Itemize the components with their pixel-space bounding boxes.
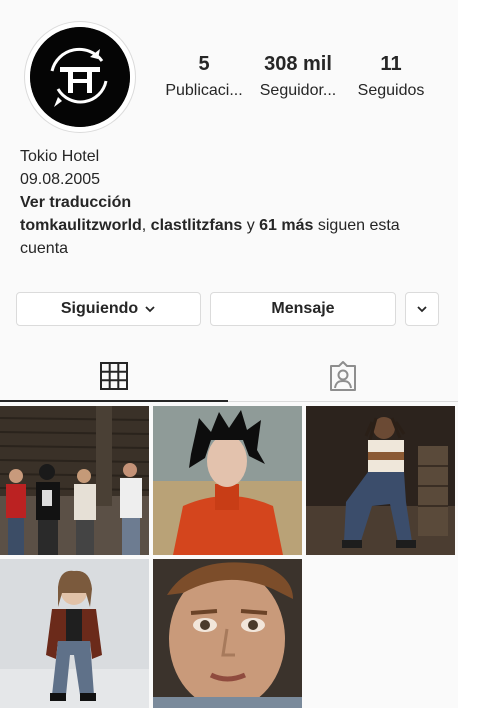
suggested-accounts-button[interactable] bbox=[405, 292, 439, 326]
grid-icon bbox=[100, 362, 128, 390]
more-followers-link[interactable]: 61 más bbox=[259, 217, 313, 234]
posts-grid bbox=[0, 406, 458, 708]
posts-count: 5 bbox=[198, 53, 210, 75]
following-button[interactable]: Siguiendo bbox=[16, 292, 201, 326]
profile-card: 5 Publicaci... 308 mil Seguidor... 11 Se… bbox=[0, 0, 458, 708]
tokio-hotel-logo-icon bbox=[30, 27, 130, 127]
stat-followers[interactable]: 308 mil Seguidor... bbox=[255, 52, 341, 102]
post-thumbnail[interactable] bbox=[153, 406, 302, 555]
post-thumbnail[interactable] bbox=[153, 559, 302, 708]
following-label: Siguiendo bbox=[60, 300, 139, 317]
following-label: Seguidos bbox=[357, 82, 425, 99]
post-thumbnail[interactable] bbox=[0, 406, 149, 555]
chevron-down-icon bbox=[417, 306, 427, 313]
profile-date: 09.08.2005 bbox=[20, 171, 101, 188]
following-count: 11 bbox=[380, 53, 402, 75]
followers-label: Seguidor... bbox=[259, 82, 337, 99]
chevron-down-icon bbox=[145, 306, 155, 313]
tagged-person-icon bbox=[330, 361, 356, 391]
stat-following[interactable]: 11 Seguidos bbox=[350, 52, 432, 102]
avatar[interactable] bbox=[25, 22, 135, 132]
stat-posts[interactable]: 5 Publicaci... bbox=[162, 52, 246, 102]
message-button[interactable]: Mensaje bbox=[210, 292, 396, 326]
tab-grid[interactable] bbox=[0, 350, 228, 402]
active-tab-indicator bbox=[0, 400, 228, 402]
profile-tabs bbox=[0, 350, 458, 402]
message-label: Mensaje bbox=[271, 300, 335, 317]
post-thumbnail[interactable] bbox=[306, 406, 455, 555]
conjunction: y bbox=[242, 217, 260, 234]
follower-link-1[interactable]: tomkaulitzworld bbox=[20, 217, 142, 234]
separator: , bbox=[141, 217, 151, 234]
post-thumbnail[interactable] bbox=[0, 559, 149, 708]
followed-by-text: tomkaulitzworld, clastlitzfans y 61 más … bbox=[20, 214, 440, 260]
bio: Tokio Hotel 09.08.2005 Ver traducción to… bbox=[20, 145, 440, 260]
posts-label: Publicaci... bbox=[165, 82, 243, 99]
profile-name: Tokio Hotel bbox=[20, 148, 100, 165]
translate-link[interactable]: Ver traducción bbox=[20, 191, 440, 214]
tab-tagged[interactable] bbox=[228, 350, 458, 402]
followers-count: 308 mil bbox=[264, 53, 332, 75]
follower-link-2[interactable]: clastlitzfans bbox=[151, 217, 243, 234]
